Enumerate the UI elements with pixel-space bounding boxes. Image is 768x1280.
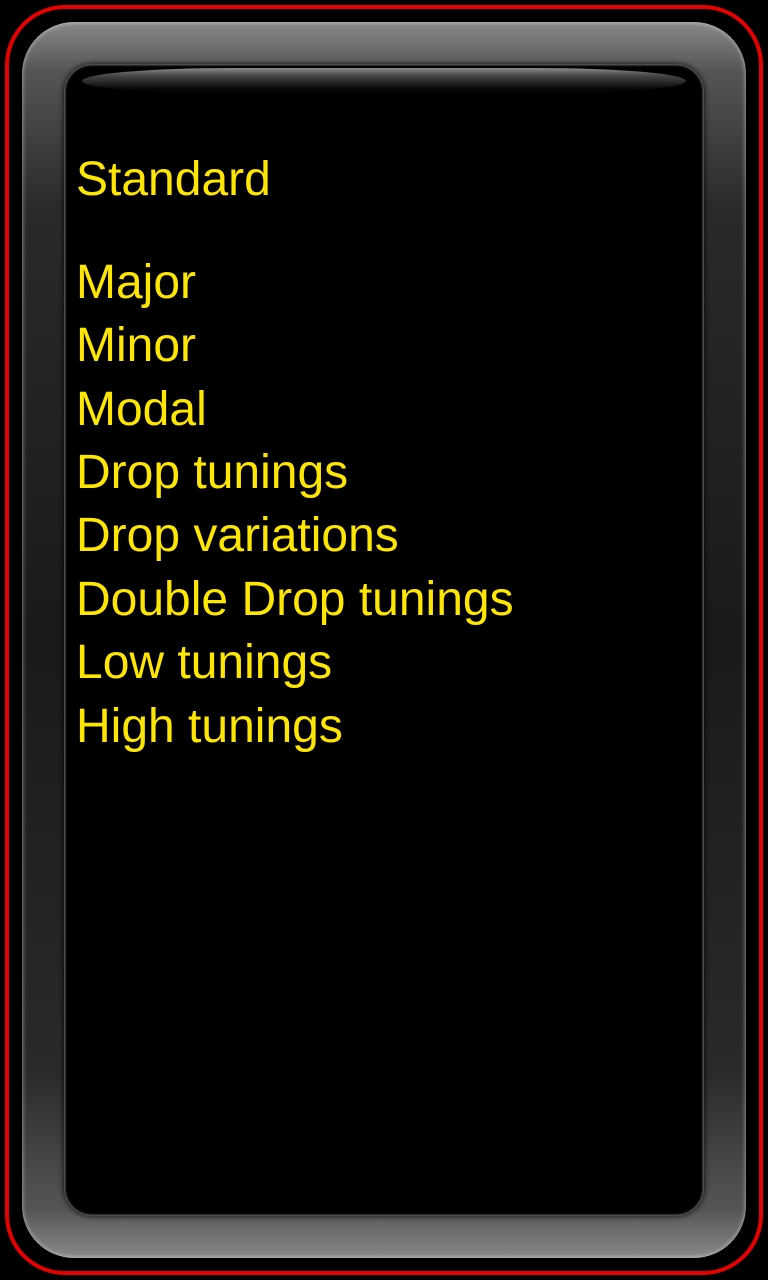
- device-outer-frame: Standard Major Minor Modal Drop tunings …: [5, 5, 763, 1275]
- menu-item-low-tunings[interactable]: Low tunings: [76, 631, 694, 694]
- menu-item-drop-variations[interactable]: Drop variations: [76, 504, 694, 567]
- menu-item-modal[interactable]: Modal: [76, 378, 694, 441]
- menu-item-drop-tunings[interactable]: Drop tunings: [76, 441, 694, 504]
- menu-item-minor[interactable]: Minor: [76, 314, 694, 377]
- device-bezel: Standard Major Minor Modal Drop tunings …: [22, 22, 746, 1258]
- menu-item-double-drop-tunings[interactable]: Double Drop tunings: [76, 568, 694, 631]
- menu-heading: Standard: [76, 152, 694, 207]
- tuning-menu: Standard Major Minor Modal Drop tunings …: [64, 112, 704, 1208]
- menu-item-major[interactable]: Major: [76, 251, 694, 314]
- menu-item-high-tunings[interactable]: High tunings: [76, 695, 694, 758]
